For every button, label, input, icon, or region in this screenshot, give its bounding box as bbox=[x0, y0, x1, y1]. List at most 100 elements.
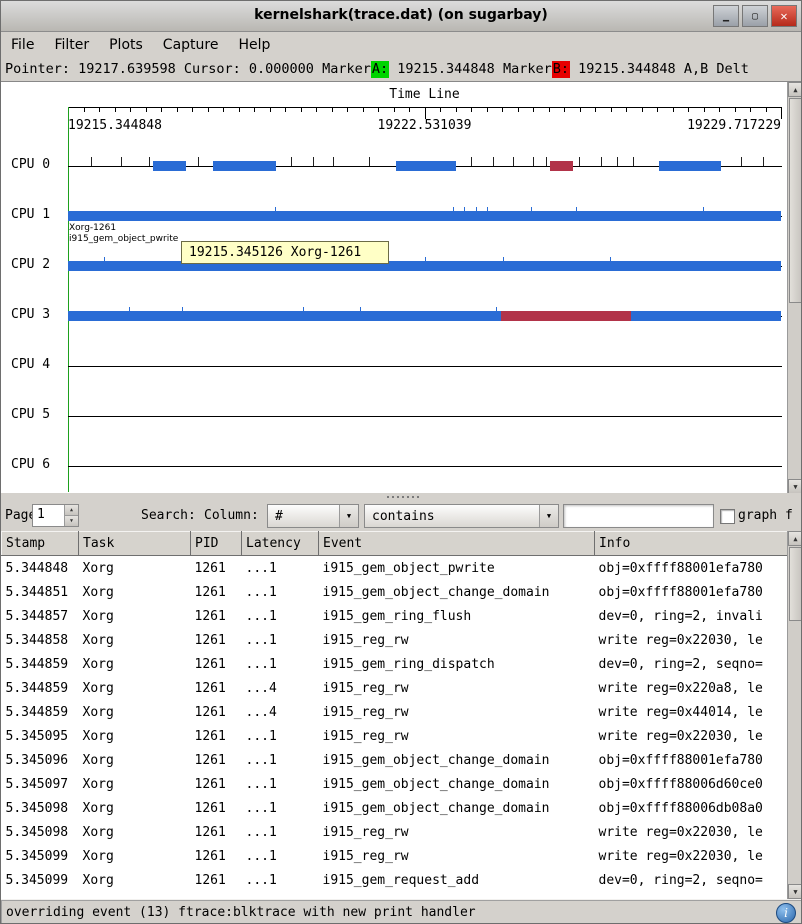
cell-1[interactable]: Xorg bbox=[79, 700, 191, 724]
cell-5[interactable]: dev=0, ring=2, seqno= bbox=[595, 868, 788, 892]
cell-4[interactable]: i915_gem_object_pwrite bbox=[319, 556, 595, 581]
table-row[interactable]: 5.344859Xorg1261...1i915_gem_ring_dispat… bbox=[2, 652, 788, 676]
cell-1[interactable]: Xorg bbox=[79, 652, 191, 676]
cell-4[interactable]: i915_gem_ring_dispatch bbox=[319, 652, 595, 676]
event-tick[interactable] bbox=[513, 157, 514, 166]
cell-4[interactable]: i915_gem_object_change_domain bbox=[319, 580, 595, 604]
cell-1[interactable]: Xorg bbox=[79, 772, 191, 796]
task-bar[interactable] bbox=[659, 161, 721, 171]
cell-0[interactable]: 5.345098 bbox=[2, 796, 79, 820]
event-tick[interactable] bbox=[617, 157, 618, 166]
col-header-stamp[interactable]: Stamp bbox=[2, 532, 79, 556]
cell-3[interactable]: ...1 bbox=[242, 844, 319, 868]
col-header-latency[interactable]: Latency bbox=[242, 532, 319, 556]
table-row[interactable]: 5.345098Xorg1261...1i915_reg_rwwrite reg… bbox=[2, 820, 788, 844]
cell-3[interactable]: ...1 bbox=[242, 556, 319, 581]
cell-3[interactable]: ...1 bbox=[242, 796, 319, 820]
cell-0[interactable]: 5.345097 bbox=[2, 772, 79, 796]
cell-1[interactable]: Xorg bbox=[79, 556, 191, 581]
cell-4[interactable]: i915_reg_rw bbox=[319, 844, 595, 868]
cell-2[interactable]: 1261 bbox=[191, 604, 242, 628]
event-tick[interactable] bbox=[313, 157, 314, 166]
cell-4[interactable]: i915_reg_rw bbox=[319, 820, 595, 844]
table-row[interactable]: 5.345097Xorg1261...1i915_gem_object_chan… bbox=[2, 772, 788, 796]
cell-1[interactable]: Xorg bbox=[79, 580, 191, 604]
event-tick[interactable] bbox=[533, 157, 534, 166]
event-tick[interactable] bbox=[333, 157, 334, 166]
cell-0[interactable]: 5.344851 bbox=[2, 580, 79, 604]
cell-0[interactable]: 5.344859 bbox=[2, 700, 79, 724]
cell-0[interactable]: 5.344858 bbox=[2, 628, 79, 652]
table-row[interactable]: 5.344859Xorg1261...4i915_reg_rwwrite reg… bbox=[2, 700, 788, 724]
graph-follows-checkbox[interactable] bbox=[720, 509, 735, 524]
cell-0[interactable]: 5.345095 bbox=[2, 724, 79, 748]
table-row[interactable]: 5.345099Xorg1261...1i915_reg_rwwrite reg… bbox=[2, 844, 788, 868]
cell-0[interactable]: 5.345098 bbox=[2, 820, 79, 844]
close-button[interactable]: ✕ bbox=[771, 5, 797, 27]
column-dropdown[interactable]: # ▼ bbox=[267, 504, 359, 528]
event-tick[interactable] bbox=[633, 157, 634, 166]
cell-4[interactable]: i915_gem_request_add bbox=[319, 868, 595, 892]
table-row[interactable]: 5.344848Xorg1261...1i915_gem_object_pwri… bbox=[2, 556, 788, 581]
event-tick[interactable] bbox=[369, 157, 370, 166]
match-dropdown[interactable]: contains ▼ bbox=[364, 504, 559, 528]
cell-1[interactable]: Xorg bbox=[79, 676, 191, 700]
event-tick[interactable] bbox=[579, 157, 580, 166]
cell-4[interactable]: i915_reg_rw bbox=[319, 628, 595, 652]
table-row[interactable]: 5.344851Xorg1261...1i915_gem_object_chan… bbox=[2, 580, 788, 604]
cell-5[interactable]: write reg=0x22030, le bbox=[595, 628, 788, 652]
marker-a-badge[interactable]: A: bbox=[371, 61, 389, 78]
cell-2[interactable]: 1261 bbox=[191, 796, 242, 820]
event-tick[interactable] bbox=[493, 157, 494, 166]
cell-2[interactable]: 1261 bbox=[191, 868, 242, 892]
cell-3[interactable]: ...1 bbox=[242, 772, 319, 796]
cell-0[interactable]: 5.344857 bbox=[2, 604, 79, 628]
cell-0[interactable]: 5.344848 bbox=[2, 556, 79, 581]
chevron-down-icon[interactable]: ▼ bbox=[539, 505, 558, 527]
cell-5[interactable]: write reg=0x22030, le bbox=[595, 724, 788, 748]
cell-4[interactable]: i915_reg_rw bbox=[319, 724, 595, 748]
cell-5[interactable]: write reg=0x22030, le bbox=[595, 820, 788, 844]
cell-5[interactable]: write reg=0x44014, le bbox=[595, 700, 788, 724]
cell-0[interactable]: 5.345099 bbox=[2, 844, 79, 868]
search-input[interactable] bbox=[563, 504, 714, 528]
table-row[interactable]: 5.344857Xorg1261...1i915_gem_ring_flushd… bbox=[2, 604, 788, 628]
cell-5[interactable]: obj=0xffff88001efa780 bbox=[595, 556, 788, 581]
table-row[interactable]: 5.345099Xorg1261...1i915_gem_request_add… bbox=[2, 868, 788, 892]
table-row[interactable]: 5.345095Xorg1261...1i915_reg_rwwrite reg… bbox=[2, 724, 788, 748]
cell-4[interactable]: i915_gem_ring_flush bbox=[319, 604, 595, 628]
event-tick[interactable] bbox=[601, 157, 602, 166]
cell-5[interactable]: dev=0, ring=2, seqno= bbox=[595, 652, 788, 676]
task-bar[interactable] bbox=[68, 311, 781, 321]
cell-5[interactable]: obj=0xffff88006d60ce0 bbox=[595, 772, 788, 796]
cell-2[interactable]: 1261 bbox=[191, 628, 242, 652]
col-header-event[interactable]: Event bbox=[319, 532, 595, 556]
cell-0[interactable]: 5.345096 bbox=[2, 748, 79, 772]
table-row[interactable]: 5.345098Xorg1261...1i915_gem_object_chan… bbox=[2, 796, 788, 820]
cell-2[interactable]: 1261 bbox=[191, 556, 242, 581]
cell-2[interactable]: 1261 bbox=[191, 820, 242, 844]
cell-4[interactable]: i915_reg_rw bbox=[319, 700, 595, 724]
graph-vscrollbar[interactable]: ▲ ▼ bbox=[787, 82, 802, 493]
cell-1[interactable]: Xorg bbox=[79, 724, 191, 748]
menu-capture[interactable]: Capture bbox=[153, 33, 229, 57]
task-bar[interactable] bbox=[501, 311, 631, 321]
cell-3[interactable]: ...1 bbox=[242, 748, 319, 772]
menu-filter[interactable]: Filter bbox=[44, 33, 99, 57]
event-tick[interactable] bbox=[471, 157, 472, 166]
spinner-down-icon[interactable]: ▼ bbox=[65, 516, 78, 526]
cell-1[interactable]: Xorg bbox=[79, 868, 191, 892]
titlebar[interactable]: kernelshark(trace.dat) (on sugarbay) ▁ ▢… bbox=[1, 1, 801, 32]
cell-1[interactable]: Xorg bbox=[79, 748, 191, 772]
cell-2[interactable]: 1261 bbox=[191, 700, 242, 724]
maximize-button[interactable]: ▢ bbox=[742, 5, 768, 27]
chevron-down-icon[interactable]: ▼ bbox=[339, 505, 358, 527]
minimize-button[interactable]: ▁ bbox=[713, 5, 739, 27]
cell-5[interactable]: obj=0xffff88001efa780 bbox=[595, 748, 788, 772]
marker-b-badge[interactable]: B: bbox=[552, 61, 570, 78]
graph-scrollbar-thumb[interactable] bbox=[789, 98, 802, 303]
pane-splitter[interactable] bbox=[1, 493, 801, 501]
task-bar[interactable] bbox=[153, 161, 186, 171]
cell-3[interactable]: ...1 bbox=[242, 604, 319, 628]
spinner-up-icon[interactable]: ▲ bbox=[65, 505, 78, 516]
